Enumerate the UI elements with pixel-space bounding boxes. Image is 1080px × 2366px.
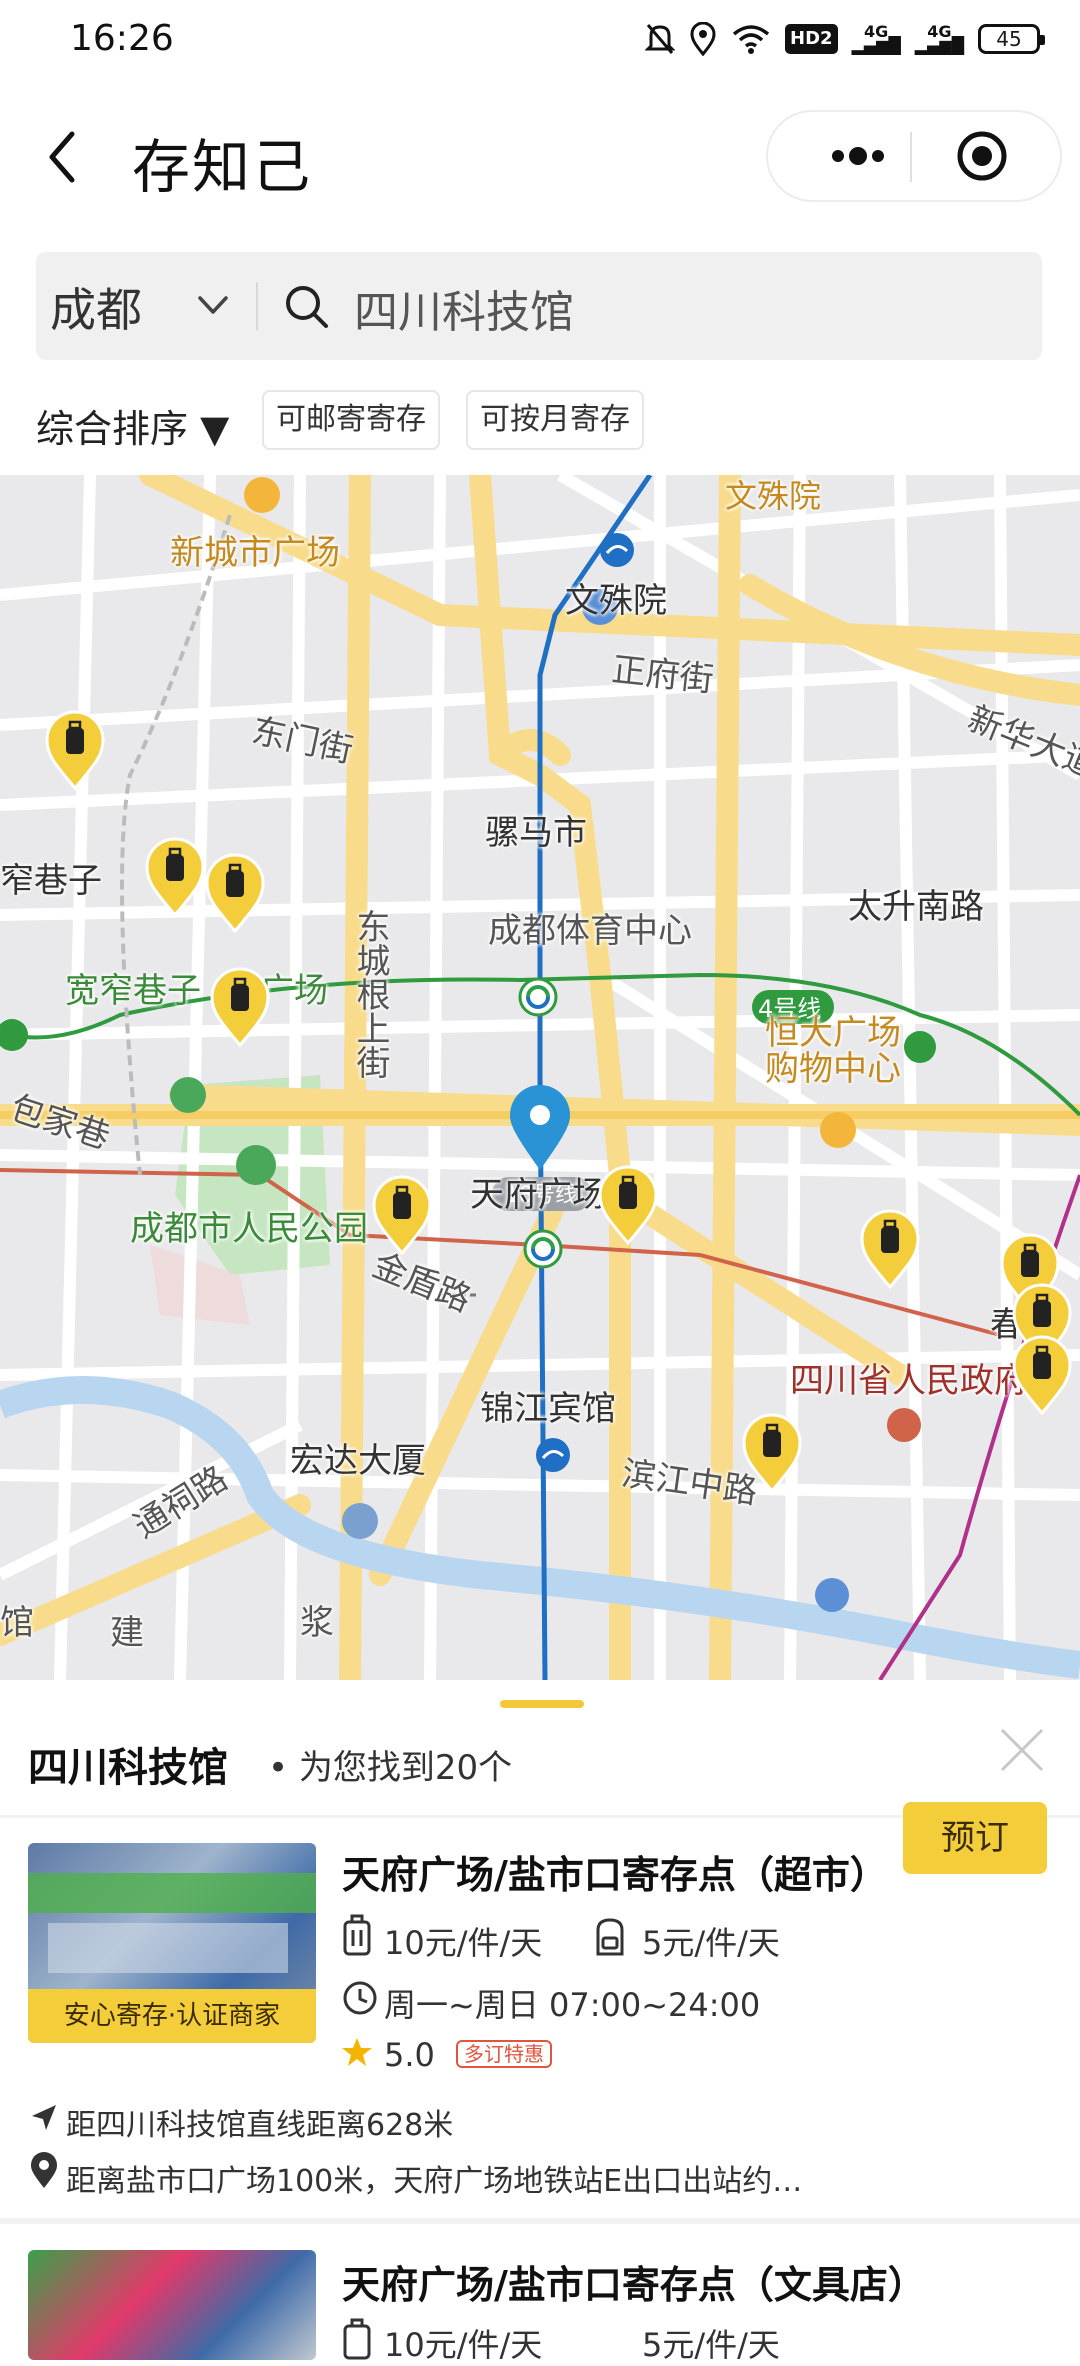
star-icon — [342, 2038, 372, 2066]
results-title: 四川科技馆 — [28, 1745, 228, 1791]
distance-text: 距四川科技馆直线距离628米 — [66, 2108, 454, 2143]
divider — [0, 2218, 1080, 2224]
search-divider — [256, 282, 258, 330]
chevron-down-icon[interactable] — [196, 288, 230, 322]
price-luggage: 10元/件/天 — [384, 2326, 543, 2364]
results-count: • 为您找到20个 — [268, 1748, 513, 1788]
search-icon — [286, 286, 328, 328]
luggage-icon — [343, 2318, 371, 2360]
wifi-icon — [732, 25, 770, 54]
certified-badge: 安心寄存·认证商家 — [28, 1989, 316, 2043]
map-label: 窄巷子 — [0, 861, 102, 901]
map-label: 成都市人民公园 — [130, 1209, 368, 1249]
map-label: 四川省人民政府 — [790, 1361, 1028, 1401]
back-chevron-icon[interactable] — [40, 122, 90, 192]
map-label: 成都体育中心 — [488, 911, 692, 951]
store-photo[interactable]: 安心寄存·认证商家 — [28, 1843, 316, 2043]
map-label: 广场 — [260, 971, 328, 1011]
storage-pin-luggage-icon[interactable] — [1012, 1335, 1072, 1415]
location-icon — [690, 22, 716, 56]
promo-tag: 多订特惠 — [456, 2040, 552, 2068]
signal-icon-2: 4G ▂▄▆█ — [914, 22, 964, 55]
map-label: 太升南路 — [848, 887, 984, 927]
status-icons: HD2 4G ▂▄▆█ 4G ▂▄▆█ 45 — [645, 22, 1045, 56]
search-input[interactable]: 四川科技馆 — [354, 276, 574, 340]
map-label: 宏达大厦 — [290, 1441, 426, 1481]
close-miniapp-icon[interactable] — [954, 128, 1010, 184]
more-dots-icon[interactable] — [808, 112, 908, 200]
storage-pin-luggage-icon[interactable] — [372, 1175, 432, 1255]
price-bag: 5元/件/天 — [642, 2326, 780, 2364]
hd-badge: HD2 — [785, 24, 838, 54]
map-label: 建 — [110, 1613, 144, 1653]
map-label: 浆 — [300, 1603, 334, 1643]
storage-pin-luggage-icon[interactable] — [210, 967, 270, 1047]
store-name[interactable]: 天府广场/盐市口寄存点（超市） — [342, 1844, 888, 1899]
nav-bar: 存知己 — [0, 80, 1080, 230]
navigation-arrow-icon — [32, 2105, 56, 2130]
storage-pin-luggage-icon[interactable] — [598, 1165, 658, 1245]
metro-station-icon — [518, 977, 558, 1017]
store-photo[interactable] — [28, 2250, 316, 2360]
map-label: 骡马市 — [485, 813, 587, 853]
price-luggage: 10元/件/天 — [384, 1924, 543, 1962]
map-label: 文殊院 — [565, 581, 667, 621]
backpack-icon — [596, 1918, 624, 1956]
map-label: 锦江宾馆 — [480, 1389, 616, 1429]
signal-icon: 4G ▂▄▆█ — [851, 22, 901, 55]
book-button[interactable]: 预订 — [903, 1802, 1047, 1874]
status-time: 16:26 — [70, 18, 174, 59]
page-title: 存知己 — [132, 133, 313, 201]
luggage-icon — [343, 1914, 371, 1956]
storage-pin-luggage-icon[interactable] — [145, 837, 205, 917]
capsule-divider — [910, 132, 912, 182]
price-bag: 5元/件/天 — [642, 1924, 780, 1962]
location-pin-icon — [31, 2152, 57, 2188]
close-icon[interactable] — [996, 1724, 1048, 1776]
rating: 5.0 — [384, 2036, 435, 2074]
map-label: 天府广场 — [470, 1175, 606, 1215]
map-label: 东城根上街 — [350, 909, 390, 1079]
city-selector[interactable]: 成都 — [50, 274, 142, 340]
storage-pin-luggage-icon[interactable] — [45, 710, 105, 790]
store-name[interactable]: 天府广场/盐市口寄存点（文具店） — [342, 2254, 926, 2309]
mute-bell-icon — [645, 24, 676, 54]
opening-hours: 周一~周日 07:00~24:00 — [384, 1986, 761, 2024]
map-label: 馆 — [0, 1603, 34, 1643]
map-view[interactable]: 文殊院 新城市广场 文殊院 正府街 东门街 新华大道 4号线 骡马市 窄巷子 太… — [0, 475, 1080, 1680]
battery-icon: 45 — [978, 24, 1045, 54]
map-label: 文殊院 — [725, 477, 822, 515]
storage-pin-luggage-icon[interactable] — [860, 1209, 920, 1289]
storage-pin-luggage-icon[interactable] — [205, 853, 265, 933]
sheet-drag-handle[interactable] — [500, 1700, 584, 1708]
map-label: 购物中心 — [765, 1049, 901, 1089]
clock-icon — [343, 1981, 377, 2015]
status-bar: 16:26 HD2 4G ▂▄▆█ 4G ▂▄▆█ 45 — [0, 0, 1080, 80]
storage-pin-luggage-icon[interactable] — [742, 1413, 802, 1493]
miniapp-capsule — [766, 110, 1062, 202]
chip-monthly-storage[interactable]: 可按月寄存 — [466, 390, 644, 450]
map-label: 正府街 — [609, 649, 716, 701]
map-label: 宽窄巷子 — [65, 971, 201, 1011]
map-label: 新城市广场 — [170, 533, 340, 573]
metro-station-icon-2 — [523, 1229, 563, 1269]
address-text: 距离盐市口广场100米，天府广场地铁站E出口出站约… — [66, 2164, 803, 2199]
search-bar: 成都 四川科技馆 — [36, 252, 1042, 360]
chip-mail-storage[interactable]: 可邮寄寄存 — [262, 390, 440, 450]
filter-bar: 综合排序 ▼ 可邮寄寄存 可按月寄存 — [0, 380, 1080, 470]
sort-dropdown[interactable]: 综合排序 ▼ — [36, 398, 229, 453]
